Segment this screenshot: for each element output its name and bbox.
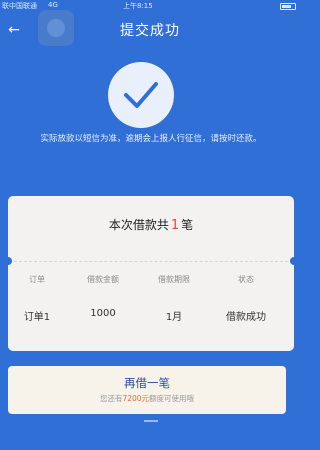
header: ← 提交成功 [0,10,300,46]
summary-count: 1 [170,218,180,233]
quota-amount: 7200元 [122,394,150,403]
row-term: 1月 [165,312,183,323]
row-status: 借款成功 [226,312,266,323]
header-status: 状态 [238,275,254,284]
borrow-again-label: 再借一笔 [124,376,170,390]
row-order: 订单1 [23,312,51,323]
summary-title: 本次借款共 1 笔 [8,216,294,233]
network-label: 4G [48,1,58,9]
page-title: 提交成功 [120,23,180,39]
quota-prefix: 您还有 [99,394,123,403]
notice-text: 实际放款以短信为准，逾期会上报人行征信，请按时还款。 [40,134,262,144]
remaining-quota-text: 您还有7200元额度可使用哦 [8,393,286,404]
header-term: 借款期限 [158,275,190,284]
header-order: 订单 [29,275,45,284]
divider [14,261,288,262]
row-amount: 1000 [90,308,116,319]
summary-prefix: 本次借款共 [108,218,169,232]
battery-icon [280,3,296,10]
summary-suffix: 笔 [181,218,194,232]
home-indicator [144,420,158,422]
loan-summary-card: 本次借款共 1 笔 订单 借款金额 借款期限 状态 订单1 1000 1月 借款成功 [4,196,298,351]
quota-suffix: 额度可使用哦 [149,394,195,403]
header-amount: 借款金额 [87,275,119,284]
card-notch-left [4,257,12,265]
success-check-icon [108,62,174,128]
card-notch-right [290,257,298,265]
borrow-again-button[interactable]: 再借一笔 您还有7200元额度可使用哦 [8,366,286,414]
